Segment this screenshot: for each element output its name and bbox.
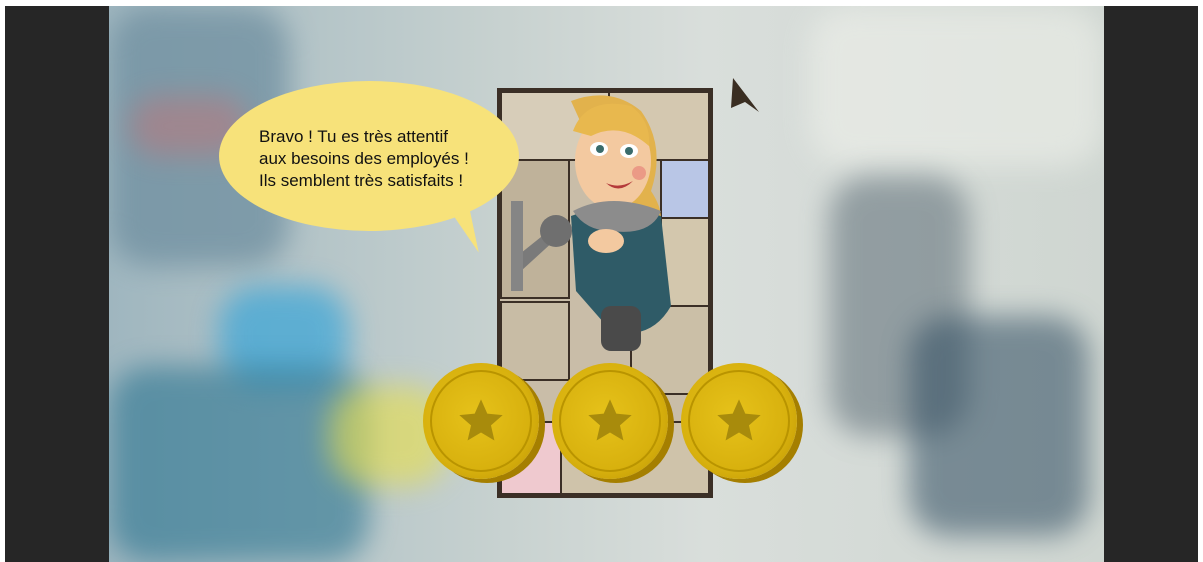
star-coin-2	[552, 363, 668, 479]
host-character	[511, 95, 671, 351]
background-chair	[909, 316, 1089, 536]
arrow-cursor-icon	[731, 78, 759, 112]
background-desk	[109, 366, 369, 562]
star-icon	[717, 399, 761, 441]
speech-line-2: aux besoins des employés !	[259, 149, 469, 168]
speech-line-3: Ils semblent très satisfaits !	[259, 171, 464, 190]
star-icon	[459, 399, 503, 441]
star-coin-3	[681, 363, 797, 479]
speech-bubble-text: Bravo ! Tu es très attentif aux besoins …	[259, 126, 519, 192]
game-scene: Bravo ! Tu es très attentif aux besoins …	[109, 6, 1104, 562]
background-window	[809, 6, 1104, 166]
star-icon	[588, 399, 632, 441]
speech-line-1: Bravo ! Tu es très attentif	[259, 127, 448, 146]
star-coin-1	[423, 363, 539, 479]
